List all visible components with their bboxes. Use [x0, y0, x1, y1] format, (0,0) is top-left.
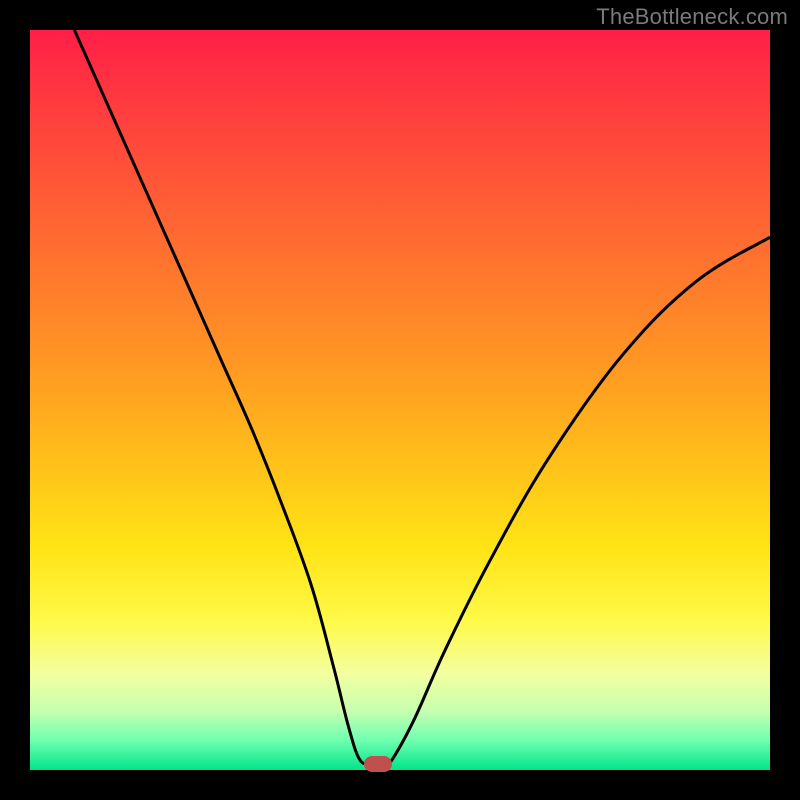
curve-path	[74, 30, 770, 765]
plot-area	[30, 30, 770, 770]
chart-frame: TheBottleneck.com	[0, 0, 800, 800]
optimal-point-marker	[364, 756, 392, 772]
watermark-text: TheBottleneck.com	[596, 4, 788, 30]
bottleneck-curve	[30, 30, 770, 770]
